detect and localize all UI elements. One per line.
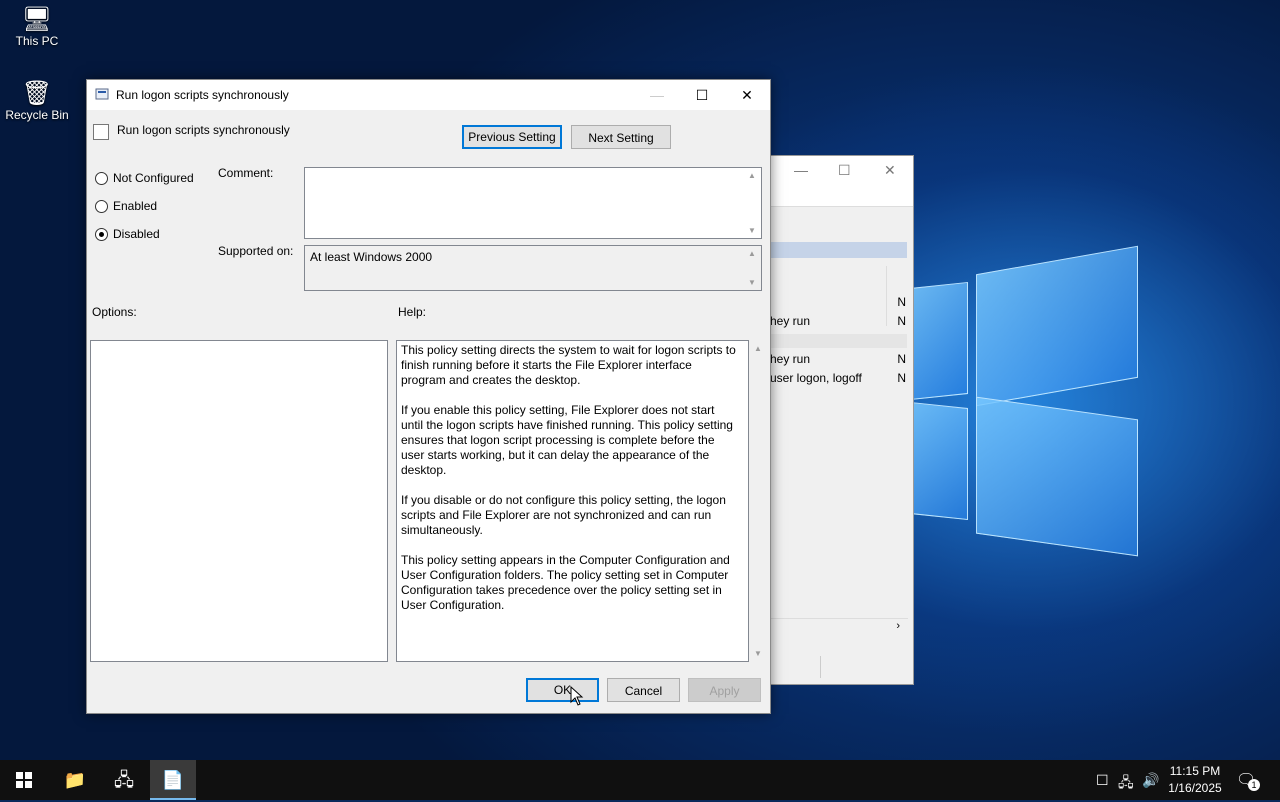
next-setting-button[interactable]: Next Setting [571,125,671,149]
notification-badge: 1 [1248,779,1260,791]
taskbar: 📁 🖧 📄 ☐ 🖧 🔊 11:15 PM 1/16/2025 🗨 1 [0,760,1280,800]
help-panel[interactable]: This policy setting directs the system t… [396,340,749,662]
close-button[interactable]: ✕ [724,80,770,110]
folder-icon: 📁 [63,770,87,790]
cancel-button[interactable]: Cancel [607,678,680,702]
recycle-bin-icon: 🗑 [21,80,53,107]
options-panel[interactable] [90,340,388,662]
chevron-right-icon[interactable]: › [896,620,900,632]
dialog-titlebar[interactable]: Run logon scripts synchronously — ☐ ✕ [87,80,770,110]
background-window[interactable]: — ☐ ✕ N hey run N hey run N user logon, … [770,155,914,685]
desktop-icon-label: Recycle Bin [5,108,69,122]
minimize-icon[interactable]: — [794,162,808,178]
previous-setting-button[interactable]: Previous Setting [462,125,562,149]
horizontal-scrollbar[interactable]: › [770,618,908,637]
desktop-icon-this-pc[interactable]: 🖥 This PC [1,6,73,48]
network-icon[interactable]: 🖧 [1118,772,1134,796]
supported-on-label: Supported on: [218,244,294,258]
taskbar-file-explorer[interactable]: 📁 [52,760,98,800]
minimize-button[interactable]: — [634,80,680,110]
system-clock[interactable]: 11:15 PM 1/16/2025 [1160,763,1230,797]
radio-circle[interactable] [95,228,108,241]
help-label: Help: [398,305,427,319]
dialog-title: Run logon scripts synchronously [116,88,289,102]
maximize-button[interactable]: ☐ [679,80,725,110]
policy-setting-icon [93,124,109,140]
scroll-down-icon[interactable]: ▼ [748,278,756,287]
close-icon[interactable]: ✕ [884,162,896,179]
supported-on-value: At least Windows 2000 [310,250,433,264]
help-paragraph: This policy setting directs the system t… [401,343,736,387]
list-item[interactable]: hey run N [770,314,906,332]
comment-label: Comment: [218,166,274,180]
radio-circle[interactable] [95,200,108,213]
taskbar-group-policy-editor[interactable]: 🖧 [101,760,147,800]
radio-selected-dot [99,232,104,237]
start-button[interactable] [0,760,48,800]
policy-name: Run logon scripts synchronously [117,123,290,137]
taskbar-policy-dialog[interactable]: 📄 [150,760,196,800]
action-center-button[interactable]: 🗨 1 [1236,770,1260,792]
clock-date: 1/16/2025 [1168,781,1222,795]
tray-notification-icon[interactable]: ☐ [1096,772,1109,789]
policy-editor-icon: 🖧 [113,770,135,790]
scroll-up-icon[interactable]: ▲ [748,171,756,180]
options-label: Options: [92,305,137,319]
volume-icon[interactable]: 🔊 [1142,772,1159,789]
scroll-up-icon[interactable]: ▲ [748,249,756,258]
notepad-icon: 📄 [161,770,185,790]
supported-scrollbar[interactable]: ▲ ▼ [745,246,761,290]
help-paragraph: This policy setting appears in the Compu… [401,553,730,612]
maximize-icon[interactable]: ☐ [838,162,851,179]
list-item[interactable]: hey run N [770,352,906,370]
background-window-titlebar[interactable]: — ☐ ✕ [770,156,913,207]
apply-button[interactable]: Apply [688,678,761,702]
row-separator [770,334,907,348]
scroll-down-icon[interactable]: ▼ [754,649,762,658]
comment-textarea[interactable]: ▲ ▼ [304,167,762,239]
help-text: This policy setting directs the system t… [401,343,737,628]
list-item[interactable]: N [770,295,906,313]
desktop: 🖥 This PC 🗑 Recycle Bin — ☐ ✕ N hey run … [0,0,1280,760]
clock-time: 11:15 PM [1169,764,1221,778]
list-item[interactable]: user logon, logoff N [770,371,906,389]
ok-button[interactable]: OK [526,678,599,702]
comment-scrollbar[interactable]: ▲ ▼ [745,168,761,238]
radio-circle[interactable] [95,172,108,185]
policy-window-icon [95,87,109,101]
help-paragraph: If you disable or do not configure this … [401,493,726,537]
scroll-up-icon[interactable]: ▲ [754,344,762,353]
windows-start-icon [16,772,32,788]
policy-setting-dialog[interactable]: Run logon scripts synchronously — ☐ ✕ Ru… [86,79,771,714]
windows-logo-wallpaper [910,245,1150,570]
selected-row-highlight [770,242,907,258]
help-scrollbar[interactable]: ▲ ▼ [751,340,767,662]
desktop-icon-label: This PC [15,34,59,48]
desktop-icon-recycle-bin[interactable]: 🗑 Recycle Bin [1,80,73,122]
help-paragraph: If you enable this policy setting, File … [401,403,733,477]
supported-on-field: At least Windows 2000 ▲ ▼ [304,245,762,291]
scroll-down-icon[interactable]: ▼ [748,226,756,235]
mouse-cursor-icon [570,686,584,706]
status-bar-divider [820,656,821,678]
computer-icon: 🖥 [21,6,53,33]
